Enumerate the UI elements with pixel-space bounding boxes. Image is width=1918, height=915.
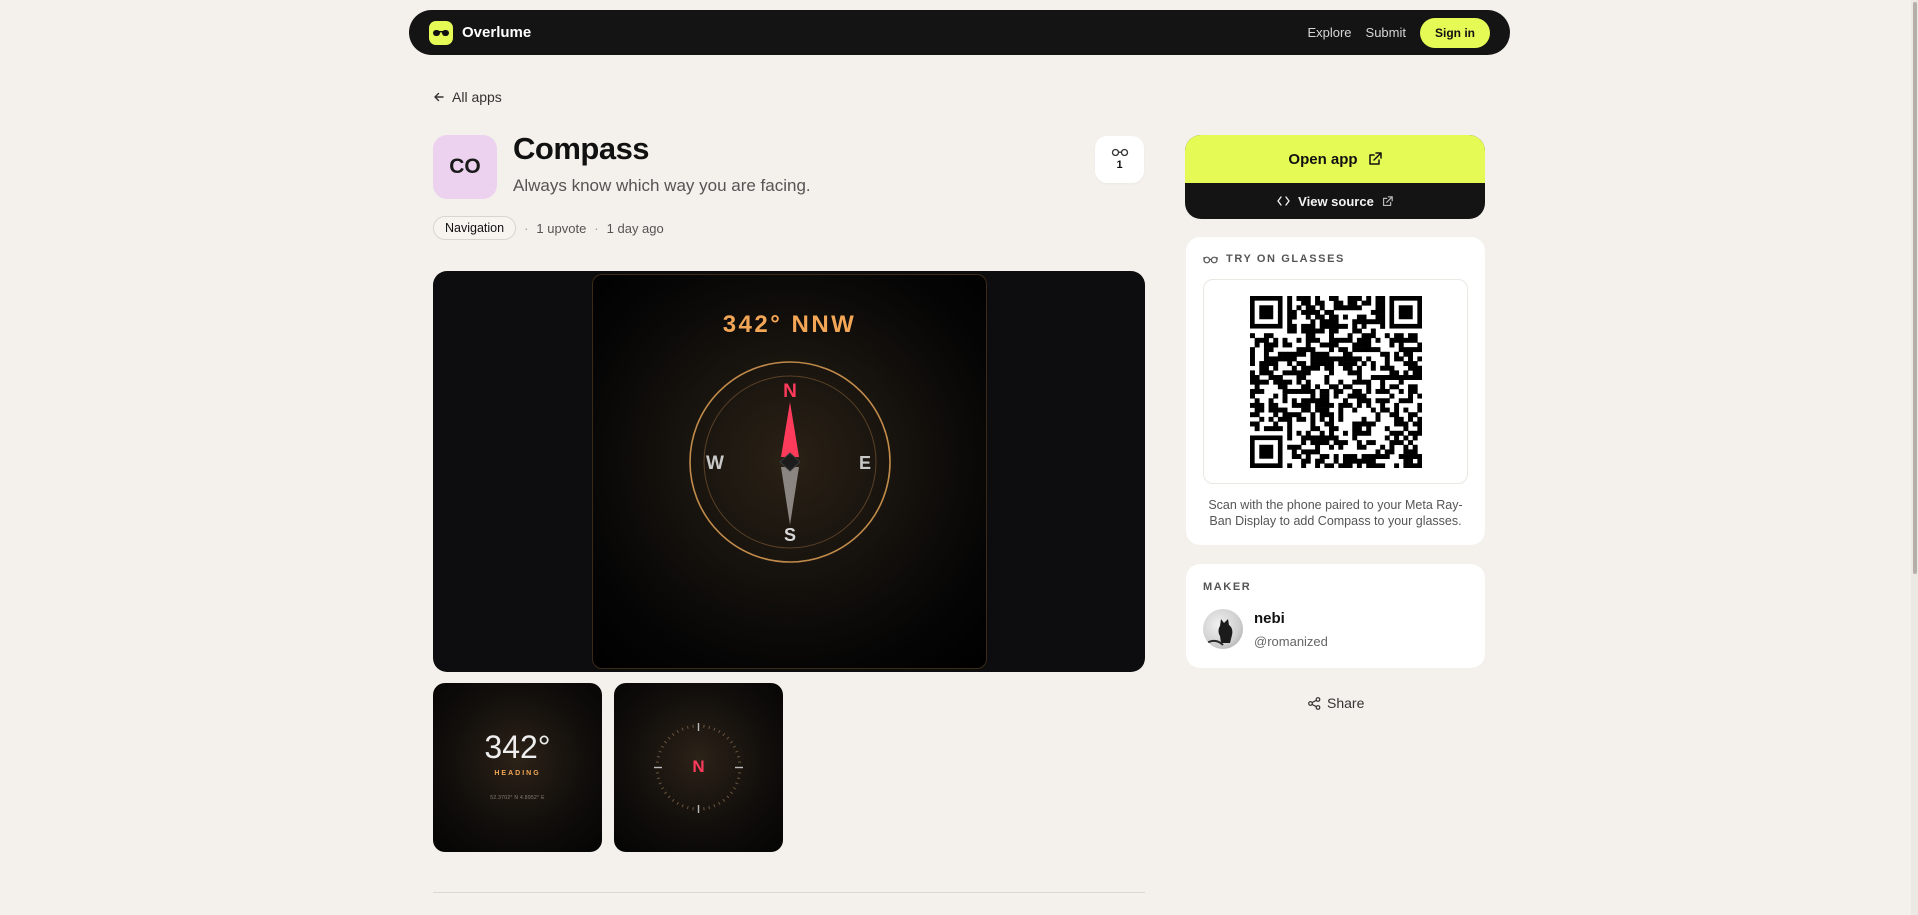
hero-screenshot[interactable]: 342° NNW N S E W (433, 271, 1145, 672)
top-navbar: Overlume Explore Submit Sign in (409, 10, 1510, 55)
arrow-left-icon (434, 92, 444, 102)
open-app-button[interactable]: Open app (1185, 135, 1485, 183)
external-link-icon (1368, 152, 1382, 165)
maker-card: MAKER nebi @romanized (1186, 564, 1485, 668)
qr-caption: Scan with the phone paired to your Meta … (1208, 498, 1463, 528)
share-icon (1308, 696, 1321, 710)
nav-submit-link[interactable]: Submit (1366, 25, 1406, 40)
share-button[interactable]: Share (1308, 695, 1364, 711)
open-app-label: Open app (1288, 150, 1358, 168)
cardinal-e: E (859, 453, 871, 473)
app-icon: CO (433, 135, 497, 199)
upvote-count: 1 (1116, 159, 1123, 171)
needle-south (781, 467, 799, 525)
upvote-text: 1 upvote (536, 220, 587, 236)
app-tagline: Always know which way you are facing. (513, 176, 811, 195)
brand-name: Overlume (462, 24, 532, 41)
nav-explore-link[interactable]: Explore (1307, 25, 1351, 40)
thumb-heading-label: HEADING (494, 770, 541, 777)
brand-link[interactable]: Overlume (429, 20, 532, 45)
open-app-card: Open app View source (1185, 135, 1485, 219)
glasses-logo-icon (429, 20, 453, 45)
maker-avatar[interactable] (1203, 609, 1243, 649)
qr-code (1249, 295, 1422, 468)
sign-in-button[interactable]: Sign in (1420, 17, 1490, 48)
compass-dial: N S E W (689, 361, 891, 563)
posted-age: 1 day ago (606, 220, 664, 236)
upvote-button[interactable]: 1 (1095, 136, 1144, 183)
back-to-all-apps-link[interactable]: All apps (433, 89, 502, 105)
view-source-label: View source (1298, 193, 1374, 209)
maker-handle: @romanized (1254, 634, 1328, 649)
try-on-label: TRY ON GLASSES (1226, 253, 1345, 265)
separator-dot: · (524, 220, 529, 236)
view-source-button[interactable]: View source (1185, 183, 1485, 219)
thumb-north: N (692, 757, 704, 776)
app-meta: Navigation · 1 upvote · 1 day ago (433, 216, 664, 240)
glasses-icon (1203, 256, 1218, 263)
back-label: All apps (452, 89, 502, 105)
qr-code-frame (1203, 279, 1468, 484)
thumb-coords: 52.3702° N 4.8952° E (490, 795, 545, 801)
glasses-icon (1111, 148, 1128, 157)
share-label: Share (1327, 695, 1365, 711)
app-title: Compass (513, 131, 650, 166)
thumb-dial: N (654, 723, 743, 813)
cardinal-s: S (784, 525, 796, 545)
section-divider (433, 892, 1145, 893)
thumbnail-heading[interactable]: 342° HEADING 52.3702° N 4.8952° E (433, 683, 602, 852)
needle-north (781, 402, 799, 457)
cardinal-n: N (783, 381, 797, 402)
thumbnail-dial[interactable]: N (614, 683, 783, 852)
separator-dot: · (594, 220, 599, 236)
maker-label: MAKER (1203, 581, 1252, 593)
page: Overlume Explore Submit Sign in All apps… (0, 0, 1918, 915)
maker-name[interactable]: nebi (1254, 610, 1285, 627)
nav-links: Explore Submit Sign in (1307, 17, 1490, 48)
page-scrollbar-thumb[interactable] (1913, 2, 1917, 574)
cat-avatar-icon (1206, 619, 1233, 646)
code-icon (1277, 196, 1290, 206)
category-tag[interactable]: Navigation (433, 216, 517, 240)
thumb-degrees: 342° (484, 729, 551, 765)
glasses-display-frame: 342° NNW N S E W (592, 274, 987, 669)
cardinal-w: W (706, 453, 724, 474)
external-link-icon (1382, 195, 1393, 206)
try-on-glasses-card: TRY ON GLASSES Scan with the phone paire… (1186, 237, 1485, 545)
try-on-header: TRY ON GLASSES (1203, 253, 1345, 265)
